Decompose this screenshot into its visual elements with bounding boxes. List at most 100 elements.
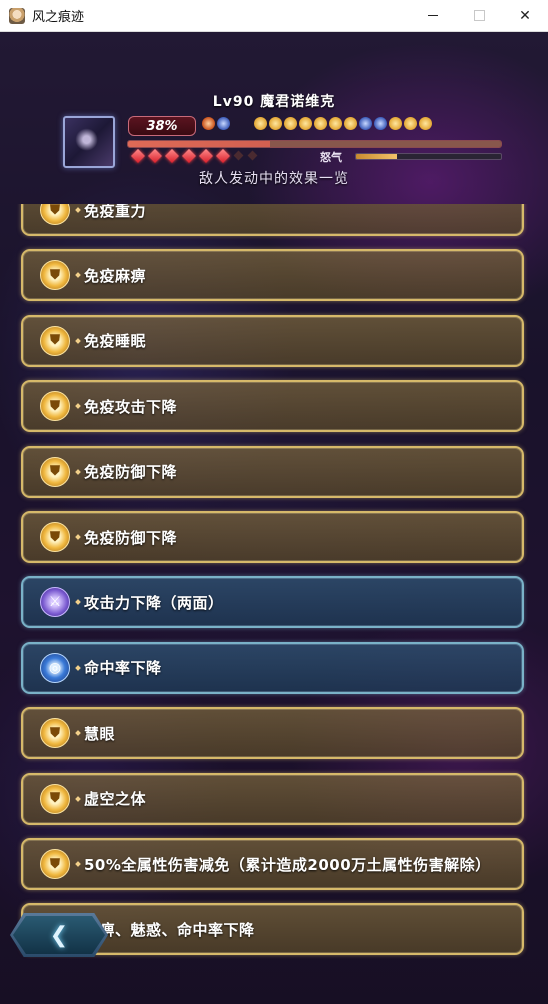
shield-icon: ⛊	[40, 718, 70, 749]
maximize-icon	[473, 10, 485, 21]
bullet-icon	[75, 207, 81, 213]
effect-item[interactable]: ⚔ 攻击力下降（两面）	[21, 576, 524, 629]
status-icons-right	[254, 117, 432, 130]
bullet-icon	[75, 468, 81, 475]
shield-icon-glyph: ⛊	[50, 398, 60, 414]
break-diamond-icon	[181, 148, 197, 164]
effect-label: 免疫重力	[84, 204, 147, 220]
sword-icon: ⚔	[40, 587, 70, 618]
break-diamond-icon	[198, 148, 214, 164]
gold-buff-icon	[284, 117, 297, 130]
back-button[interactable]: ❮	[10, 913, 108, 957]
break-diamond-icon	[247, 150, 258, 161]
shield-icon-glyph: ⛊	[50, 333, 60, 349]
shield-icon: ⛊	[40, 456, 70, 487]
gold-buff-icon	[254, 117, 267, 130]
effects-panel-title: 敌人发动中的效果一览	[199, 171, 349, 187]
bullet-icon	[75, 730, 81, 737]
app-icon	[9, 7, 25, 24]
minimize-icon	[428, 15, 438, 16]
hp-bar	[127, 140, 502, 148]
effect-label: 命中率下降	[84, 659, 162, 678]
minimize-button[interactable]	[410, 0, 456, 31]
shield-icon-glyph: ⛊	[50, 267, 60, 283]
blue-buff-icon	[374, 117, 387, 130]
gold-buff-icon	[299, 117, 312, 130]
break-diamond-icon	[130, 148, 146, 164]
gold-buff-icon	[314, 117, 327, 130]
effect-label: 虚空之体	[84, 790, 147, 809]
game-viewport: Lv90 魔君诺维克 38% 怒气 敌人发动中的效果一览 ⛊ 免疫重力 ⛊ 免疫麻痹 ⛊…	[0, 32, 548, 1004]
effect-label: 麻痹、魅惑、命中率下降	[84, 920, 255, 939]
maximize-button[interactable]	[456, 0, 502, 31]
bullet-icon	[75, 599, 81, 606]
bullet-icon	[75, 861, 81, 867]
gold-buff-icon	[389, 117, 402, 130]
effect-item[interactable]: ⛊ 免疫重力	[21, 204, 524, 236]
bullet-icon	[75, 337, 81, 344]
effect-item[interactable]: ⛊ 免疫防御下降	[21, 445, 524, 498]
gold-buff-icon	[404, 117, 417, 130]
gold-buff-icon	[269, 117, 282, 130]
effect-item[interactable]: ⛊ 50%全属性伤害减免（累计造成2000万土属性伤害解除）	[21, 838, 524, 890]
gold-buff-icon	[419, 117, 432, 130]
window-controls: ✕	[410, 0, 548, 31]
hp-percent-badge: 38%	[128, 116, 196, 136]
break-gauge	[130, 148, 258, 164]
target-icon: ◎	[40, 652, 70, 683]
effect-label: 50%全属性伤害减免（累计造成2000万土属性伤害解除）	[84, 855, 491, 874]
effect-item[interactable]: ⛊ 虚空之体	[21, 772, 524, 825]
effect-item[interactable]: ⛊ 免疫麻痹	[21, 249, 524, 302]
close-icon: ✕	[519, 7, 531, 24]
bullet-icon	[75, 664, 81, 671]
bullet-icon	[75, 534, 81, 540]
effect-label: 免疫麻痹	[84, 266, 147, 285]
effect-item[interactable]: ⛊ 免疫睡眠	[21, 314, 524, 367]
shield-icon-glyph: ⛊	[50, 725, 60, 741]
gold-buff-icon	[344, 117, 357, 130]
effect-item[interactable]: ⛊ 免疫攻击下降	[21, 380, 524, 433]
close-button[interactable]: ✕	[502, 0, 548, 31]
sword-icon-glyph: ⚔	[48, 594, 62, 611]
effect-label: 免疫防御下降	[84, 528, 178, 547]
effects-list[interactable]: ⛊ 免疫重力 ⛊ 免疫麻痹 ⛊ 免疫睡眠 ⛊ 免疫攻击下降 ⛊ 免疫防御下降 ⛊ 免疫防御下降 ⚔ 攻击力…	[0, 204, 548, 1004]
shield-icon-glyph: ⛊	[50, 529, 60, 545]
shield-icon-glyph: ⛊	[50, 464, 60, 480]
effect-label: 免疫攻击下降	[84, 397, 178, 416]
blue-buff-icon	[217, 117, 230, 130]
effect-label: 慧眼	[84, 724, 116, 743]
effect-item[interactable]: ◎ 命中率下降	[21, 641, 524, 694]
shield-icon: ⛊	[40, 391, 70, 422]
status-icons-left	[202, 117, 230, 130]
back-arrow-icon: ❮	[49, 922, 69, 948]
shield-icon: ⛊	[40, 325, 70, 356]
target-icon-glyph: ◎	[48, 659, 62, 676]
boss-portrait[interactable]	[63, 116, 115, 168]
hp-percent-text: 38%	[146, 118, 178, 134]
shield-icon: ⛊	[40, 522, 70, 552]
fire-buff-icon	[202, 117, 215, 130]
effect-item[interactable]: ⛊ 慧眼	[21, 707, 524, 760]
bullet-icon	[75, 272, 81, 279]
shield-icon: ⛊	[40, 260, 70, 291]
effect-label: 免疫睡眠	[84, 332, 147, 351]
effect-label: 攻击力下降（两面）	[84, 593, 224, 612]
rage-label: 怒气	[320, 151, 342, 164]
rage-bar-fill	[356, 154, 397, 159]
effect-label: 免疫防御下降	[84, 463, 178, 482]
hp-bar-remaining	[128, 141, 501, 147]
break-diamond-icon	[147, 148, 163, 164]
boss-name: Lv90 魔君诺维克	[212, 94, 336, 110]
bullet-icon	[75, 403, 81, 410]
blue-buff-icon	[359, 117, 372, 130]
effect-item[interactable]: ⛊ 免疫防御下降	[21, 511, 524, 563]
break-diamond-icon	[164, 148, 180, 164]
window-titlebar: 风之痕迹 ✕	[0, 0, 548, 32]
shield-icon-glyph: ⛊	[50, 204, 60, 218]
shield-icon: ⛊	[40, 849, 70, 879]
gold-buff-icon	[329, 117, 342, 130]
bullet-icon	[75, 795, 81, 802]
shield-icon-glyph: ⛊	[50, 856, 60, 872]
shield-icon-glyph: ⛊	[50, 791, 60, 807]
rage-bar	[355, 153, 502, 160]
